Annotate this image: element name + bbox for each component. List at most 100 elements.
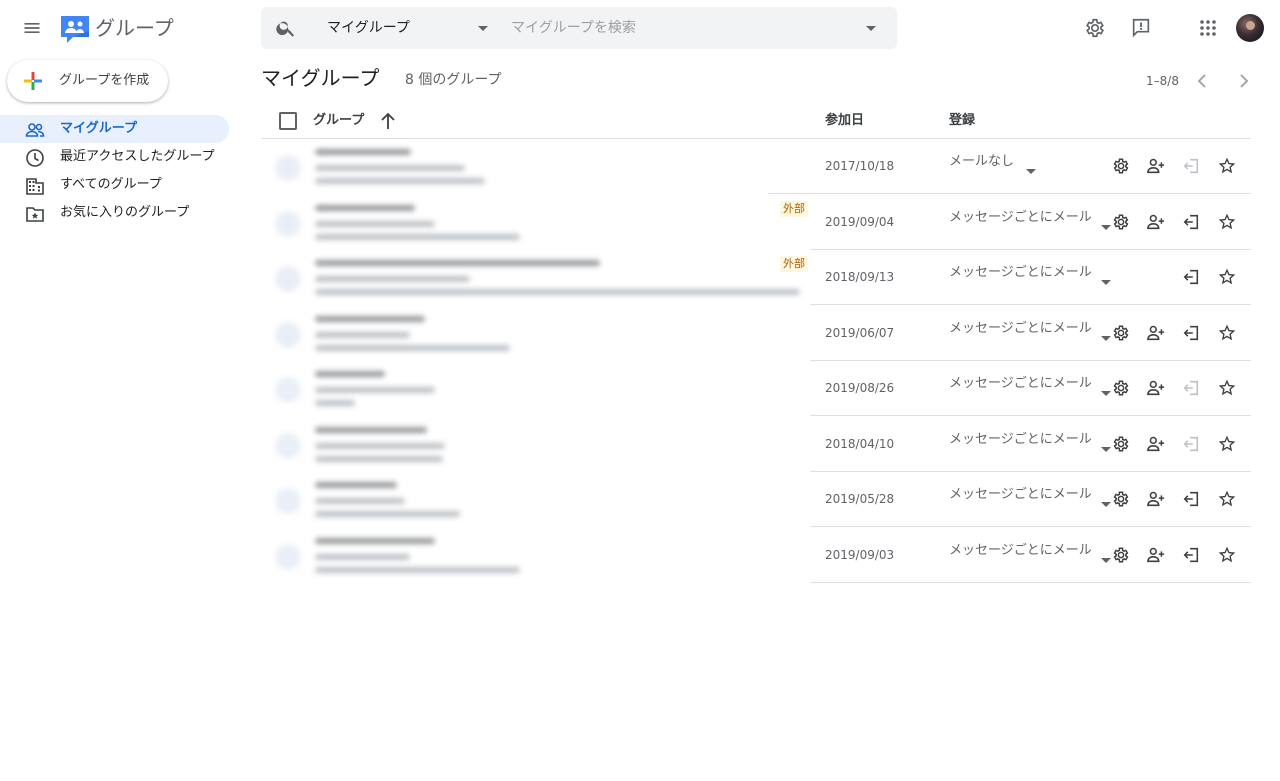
gear-icon bbox=[1113, 325, 1129, 340]
people-icon bbox=[25, 123, 45, 137]
search-icon[interactable] bbox=[275, 17, 297, 39]
menu-icon bbox=[24, 23, 40, 33]
sidebar-item-label: マイグループ bbox=[60, 121, 137, 136]
redacted-line bbox=[315, 511, 460, 517]
app-title[interactable]: グループ bbox=[95, 14, 174, 42]
favorite-button[interactable] bbox=[1216, 433, 1238, 455]
favorite-button[interactable] bbox=[1216, 211, 1238, 233]
leave-group-button[interactable] bbox=[1180, 266, 1202, 288]
table-header: グループ 参加日 登録 bbox=[261, 104, 1251, 139]
table-row[interactable]: 2019/05/28 メッセージごとにメール bbox=[261, 472, 1251, 527]
plus-icon bbox=[24, 72, 42, 90]
group-settings-button[interactable] bbox=[1110, 544, 1132, 566]
add-member-button[interactable] bbox=[1145, 377, 1167, 399]
add-member-button[interactable] bbox=[1145, 544, 1167, 566]
sidebar-item-recent[interactable]: 最近アクセスしたグループ bbox=[0, 143, 229, 171]
search-input[interactable] bbox=[511, 13, 851, 43]
star-outline-icon bbox=[1218, 268, 1236, 285]
table-row[interactable]: 2017/10/18 メールなし bbox=[261, 139, 1251, 194]
subscription-select[interactable]: メッセージごとにメール bbox=[949, 264, 1092, 282]
redacted-line bbox=[315, 233, 520, 240]
redacted-line bbox=[315, 204, 415, 211]
group-settings-button[interactable] bbox=[1110, 211, 1132, 233]
select-all-checkbox[interactable] bbox=[279, 112, 297, 130]
joined-date: 2019/06/07 bbox=[825, 325, 895, 340]
column-header-joined: 参加日 bbox=[825, 113, 865, 128]
group-settings-button[interactable] bbox=[1110, 488, 1132, 510]
sidebar-item-favorites[interactable]: お気に入りのグループ bbox=[0, 199, 229, 227]
groups-logo-icon[interactable] bbox=[59, 13, 91, 45]
subscription-select[interactable]: メッセージごとにメール bbox=[949, 209, 1092, 227]
redacted-group-info bbox=[261, 476, 806, 524]
subscription-select[interactable]: メッセージごとにメール bbox=[949, 431, 1092, 449]
group-settings-button[interactable] bbox=[1110, 155, 1132, 177]
building-icon bbox=[26, 178, 44, 195]
subscription-select[interactable]: メッセージごとにメール bbox=[949, 486, 1092, 504]
main-menu-button[interactable] bbox=[16, 12, 48, 44]
leave-group-button[interactable] bbox=[1180, 211, 1202, 233]
subscription-select[interactable]: メッセージごとにメール bbox=[949, 375, 1092, 393]
redacted-group-info bbox=[261, 199, 806, 247]
star-outline-icon bbox=[1218, 379, 1236, 396]
arrow-up-icon[interactable] bbox=[380, 112, 396, 130]
sidebar-item-all-groups[interactable]: すべてのグループ bbox=[0, 171, 229, 199]
settings-button[interactable] bbox=[1081, 14, 1109, 42]
group-settings-button[interactable] bbox=[1110, 433, 1132, 455]
leave-group-button[interactable] bbox=[1180, 544, 1202, 566]
gear-icon bbox=[1113, 158, 1129, 174]
search-scope-select[interactable]: マイグループ bbox=[327, 18, 410, 38]
subscription-dropdown[interactable] bbox=[1026, 160, 1036, 179]
subscription-dropdown[interactable] bbox=[1101, 271, 1111, 290]
add-person-icon bbox=[1147, 547, 1165, 562]
group-settings-button[interactable] bbox=[1110, 322, 1132, 344]
joined-date: 2019/09/04 bbox=[825, 214, 895, 229]
redacted-line bbox=[315, 289, 800, 295]
redacted-group-info bbox=[261, 310, 806, 358]
sidebar-item-label: 最近アクセスしたグループ bbox=[60, 149, 215, 164]
redacted-line bbox=[315, 553, 410, 560]
apps-button[interactable] bbox=[1194, 14, 1222, 42]
leave-group-button[interactable] bbox=[1180, 488, 1202, 510]
account-avatar[interactable] bbox=[1236, 14, 1264, 42]
table-row[interactable]: 2019/08/26 メッセージごとにメール bbox=[261, 361, 1251, 416]
favorite-button[interactable] bbox=[1216, 488, 1238, 510]
table-row[interactable]: 外部 2019/09/04 メッセージごとにメール bbox=[261, 195, 1251, 250]
sidebar-item-my-groups[interactable]: マイグループ bbox=[0, 115, 229, 143]
add-person-icon bbox=[1147, 214, 1165, 229]
search-options-arrow-icon[interactable] bbox=[865, 25, 877, 33]
redacted-line bbox=[315, 400, 355, 406]
add-member-button[interactable] bbox=[1145, 322, 1167, 344]
next-page-button[interactable] bbox=[1233, 70, 1255, 92]
leave-group-icon bbox=[1183, 436, 1199, 451]
favorite-button[interactable] bbox=[1216, 544, 1238, 566]
group-avatar bbox=[275, 377, 301, 403]
table-row[interactable]: 外部 2018/09/13 メッセージごとにメール bbox=[261, 250, 1251, 305]
create-group-button[interactable]: グループを作成 bbox=[7, 60, 168, 102]
row-divider bbox=[810, 581, 1251, 583]
table-row[interactable]: 2019/09/03 メッセージごとにメール bbox=[261, 528, 1251, 583]
subscription-select[interactable]: メッセージごとにメール bbox=[949, 542, 1092, 560]
dropdown-arrow-icon[interactable] bbox=[477, 25, 489, 33]
table-row[interactable]: 2019/06/07 メッセージごとにメール bbox=[261, 306, 1251, 361]
subscription-select[interactable]: メッセージごとにメール bbox=[949, 320, 1092, 338]
leave-group-icon bbox=[1183, 269, 1199, 285]
add-member-button[interactable] bbox=[1145, 211, 1167, 233]
favorite-button[interactable] bbox=[1216, 266, 1238, 288]
create-group-label: グループを作成 bbox=[59, 73, 150, 88]
group-avatar bbox=[275, 155, 301, 181]
redacted-line bbox=[315, 260, 600, 266]
add-person-icon bbox=[1147, 436, 1165, 451]
add-member-button[interactable] bbox=[1145, 155, 1167, 177]
previous-page-button[interactable] bbox=[1191, 70, 1213, 92]
favorite-button[interactable] bbox=[1216, 377, 1238, 399]
subscription-select[interactable]: メールなし bbox=[949, 153, 1014, 171]
add-member-button[interactable] bbox=[1145, 488, 1167, 510]
table-row[interactable]: 2018/04/10 メッセージごとにメール bbox=[261, 417, 1251, 472]
favorite-button[interactable] bbox=[1216, 322, 1238, 344]
favorite-button[interactable] bbox=[1216, 155, 1238, 177]
leave-group-button[interactable] bbox=[1180, 322, 1202, 344]
column-header-group[interactable]: グループ bbox=[313, 112, 364, 130]
add-member-button[interactable] bbox=[1145, 433, 1167, 455]
feedback-button[interactable] bbox=[1127, 14, 1155, 42]
group-settings-button[interactable] bbox=[1110, 377, 1132, 399]
